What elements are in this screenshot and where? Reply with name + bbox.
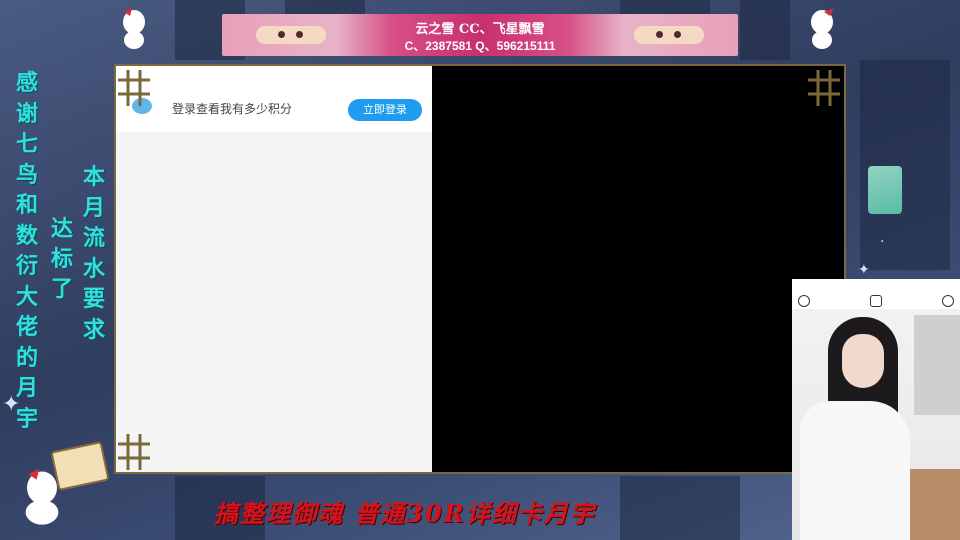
webcam-person-body [800, 401, 910, 540]
background-pane [285, 0, 365, 14]
mascot-icon [811, 8, 834, 49]
sparkle-icon: ✦ [858, 262, 870, 278]
points-panel: 登录查看我有多少积分 立即登录 [116, 66, 432, 472]
corner-ornament-icon [118, 434, 150, 470]
envelope-icon [50, 441, 110, 491]
webcam-person-face [842, 334, 884, 388]
webcam-toolbar [792, 279, 960, 309]
top-banner: 云之雪 CC、飞星飘雪 C、2387581 Q、596215111 [222, 14, 738, 56]
login-prompt: 登录查看我有多少积分 [172, 102, 293, 116]
stream-frame: 登录查看我有多少积分 立即登录 [114, 64, 846, 474]
webcam-view [792, 279, 960, 540]
banner-title: 云之雪 CC、飞星飘雪 [415, 22, 545, 37]
banner-contact: C、2387581 Q、596215111 [404, 39, 556, 53]
goal-met-text: 达标了 [50, 216, 73, 302]
monthly-goal-text: 本月流水要求 [82, 164, 105, 343]
fullscreen-icon[interactable] [870, 295, 882, 307]
login-button[interactable]: 立即登录 [348, 99, 422, 121]
mascot-icon [123, 8, 145, 49]
refresh-icon[interactable] [942, 295, 954, 307]
corner-ornament-icon [118, 70, 150, 106]
minus-circle-icon[interactable] [798, 295, 810, 307]
login-card: 登录查看我有多少积分 立即登录 [116, 66, 432, 132]
background-pane [620, 0, 710, 14]
webcam-wall [914, 315, 960, 415]
card-decoration [868, 166, 902, 214]
corner-ornament-icon [808, 70, 840, 106]
background-pane [740, 0, 790, 60]
bottom-caption: 搞整理御魂 普通30R详细卡月宇 [214, 499, 596, 528]
thanks-text: 感谢七鸟和数衍大佬的月宇 [15, 70, 38, 432]
background-pane [860, 60, 950, 270]
sparkle-icon: · [880, 234, 885, 250]
